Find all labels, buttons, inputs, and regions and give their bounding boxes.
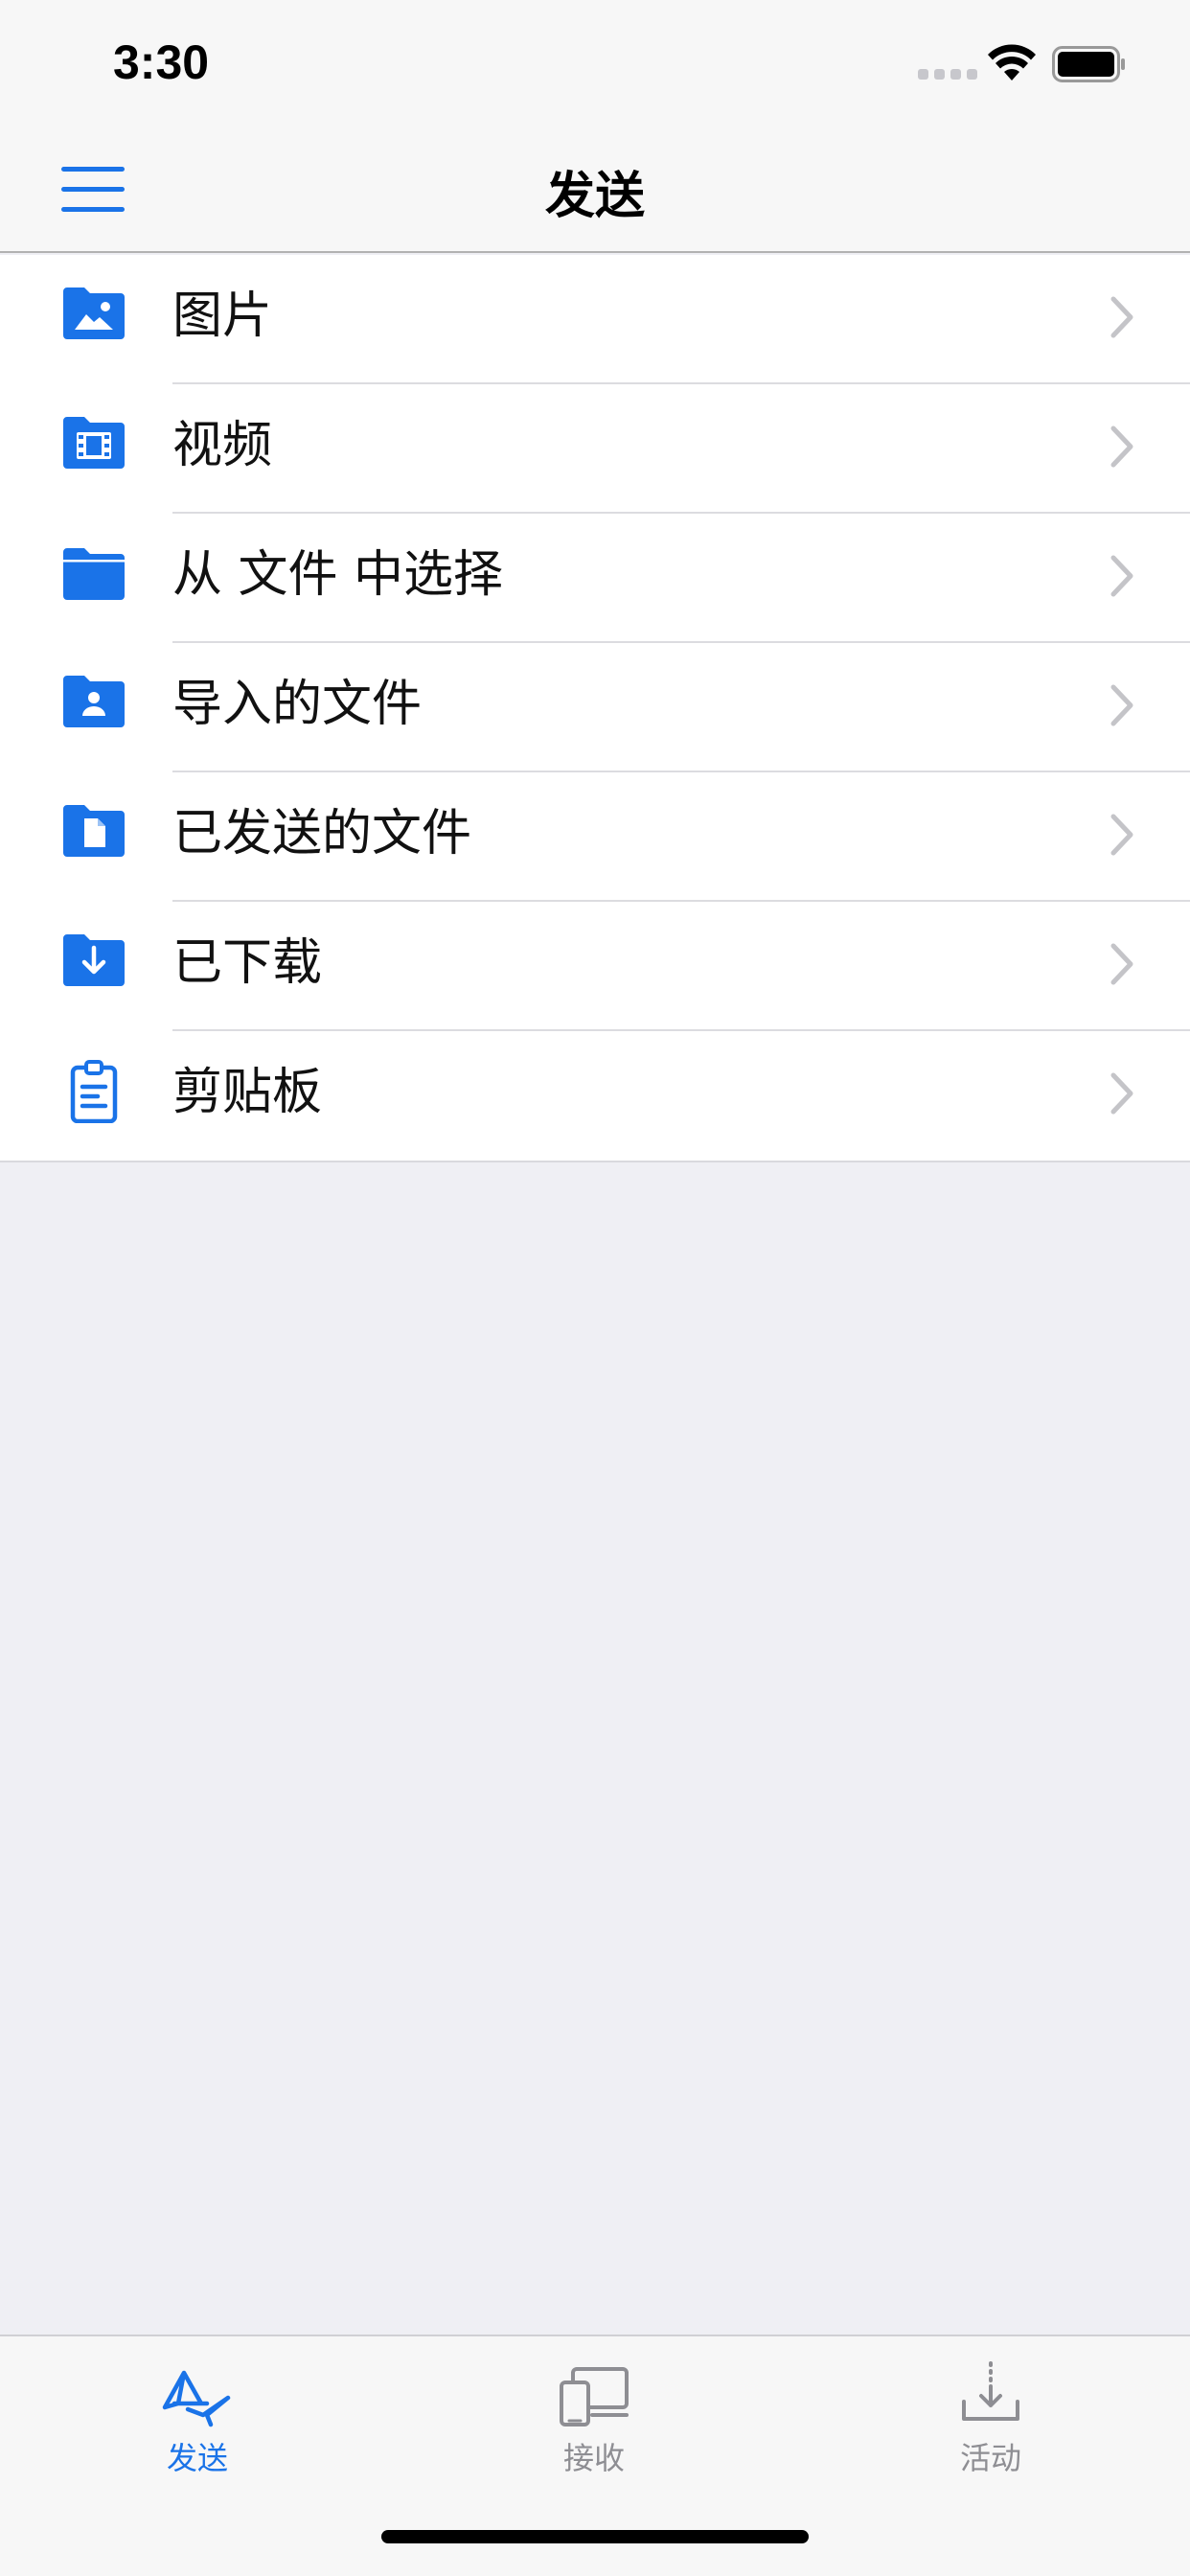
tab-label: 接收 — [562, 2440, 625, 2476]
tab-label: 发送 — [166, 2440, 228, 2476]
tab-send[interactable]: 发送 — [102, 2359, 293, 2494]
folder-document-icon — [63, 805, 125, 857]
status-bar: 3:30 — [0, 0, 1190, 126]
list-item-label: 已下载 — [172, 934, 323, 992]
chevron-right-icon — [1110, 555, 1133, 597]
folder-image-icon — [63, 288, 125, 339]
devices-icon — [560, 2367, 629, 2426]
navigation-bar: 发送 — [0, 126, 1190, 253]
send-source-list: 图片 视频 从 文件 中选择 导入的文件 已发送的文件 已下载 剪贴板 — [0, 255, 1190, 1162]
status-time: 3:30 — [113, 35, 210, 89]
chevron-right-icon — [1110, 1072, 1133, 1115]
list-item-clipboard[interactable]: 剪贴板 — [0, 1031, 1190, 1161]
list-item-downloaded[interactable]: 已下载 — [0, 902, 1190, 1031]
chevron-right-icon — [1110, 943, 1133, 985]
list-item-label: 从 文件 中选择 — [172, 546, 504, 604]
tab-label: 活动 — [959, 2440, 1021, 2476]
download-tray-icon — [962, 2361, 1019, 2421]
wifi-icon — [988, 44, 1036, 80]
list-item-label: 导入的文件 — [172, 676, 423, 733]
folder-person-icon — [63, 676, 125, 727]
page-title: 发送 — [544, 168, 645, 225]
list-item-imported-files[interactable]: 导入的文件 — [0, 643, 1190, 772]
home-indicator[interactable] — [381, 2530, 809, 2543]
chevron-right-icon — [1110, 296, 1133, 338]
list-item-images[interactable]: 图片 — [0, 255, 1190, 384]
list-item-label: 剪贴板 — [172, 1064, 323, 1121]
list-item-choose-from-files[interactable]: 从 文件 中选择 — [0, 514, 1190, 643]
list-item-videos[interactable]: 视频 — [0, 384, 1190, 514]
tab-activity[interactable]: 活动 — [895, 2359, 1087, 2494]
list-item-label: 已发送的文件 — [172, 805, 472, 862]
send-icon — [162, 2370, 231, 2427]
battery-icon — [1052, 46, 1125, 82]
chevron-right-icon — [1110, 684, 1133, 726]
cellular-signal-icon — [918, 69, 977, 80]
chevron-right-icon — [1110, 426, 1133, 468]
clipboard-icon — [70, 1060, 118, 1123]
list-item-label: 视频 — [172, 417, 273, 474]
tab-receive[interactable]: 接收 — [498, 2359, 690, 2494]
chevron-right-icon — [1110, 814, 1133, 856]
folder-icon — [63, 548, 125, 600]
folder-video-icon — [63, 417, 125, 469]
folder-download-icon — [63, 934, 125, 986]
list-item-label: 图片 — [172, 288, 273, 345]
screen: 3:30 发送 图片 视频 从 文件 中选择 导入的文件 已发送的文件 已下载 … — [0, 0, 1190, 2576]
list-item-sent-files[interactable]: 已发送的文件 — [0, 772, 1190, 902]
